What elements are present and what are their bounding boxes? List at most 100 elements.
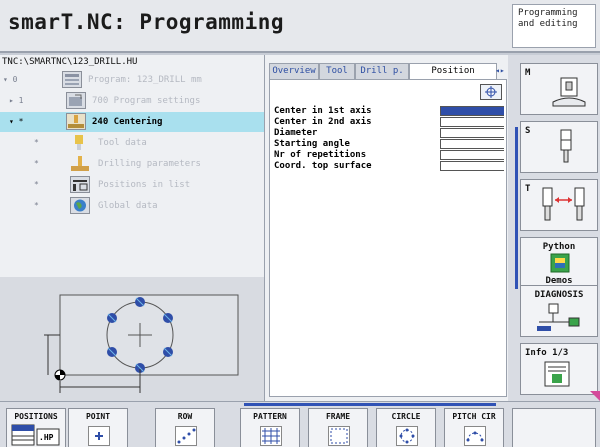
frame-icon [328,426,350,446]
globe-icon [70,197,90,214]
positions-table-icon [11,424,60,446]
mode-line-1: Programming [518,8,578,18]
tree-item-tool-data[interactable]: * Tool data [0,133,264,153]
tree-item-drilling-parameters[interactable]: * Drilling parameters [0,154,264,174]
bullet-marker: * [34,180,39,189]
softkey-s-spindle[interactable]: S [520,121,598,173]
softkey-label: FRAME [325,412,351,421]
softkey-pattern[interactable]: PATTERN [240,408,300,447]
softkey-group-indicator [515,127,518,289]
expand-arrow-icon[interactable] [590,391,600,401]
expand-marker[interactable]: ▾ 0 [3,75,17,84]
tree-item-label: 700 Program settings [92,96,201,106]
softkey-point[interactable]: POINT [68,408,128,447]
app-title: smarT.NC: Programming [8,10,285,34]
graphic-preview [0,277,264,401]
softkey-label: M [525,68,531,78]
softkey-label: Python [542,242,576,252]
field-label-repetitions: Nr of repetitions [274,150,367,160]
softkey-pitch-circle[interactable]: PITCH CIR [444,408,504,447]
field-top-surface[interactable] [440,161,504,171]
tree-item-label: Drilling parameters [98,159,201,169]
field-diameter[interactable] [440,128,504,138]
softkey-info[interactable]: Info 1/3 [520,343,598,395]
softkey-label: ROW [177,412,193,421]
tree-item-global-data[interactable]: * Global data [0,196,264,216]
tool-change-icon [542,187,585,221]
tree-item-program[interactable]: ▾ 0 Program: 123_DRILL mm [0,70,264,90]
vertical-softkey-bar: M S T Python Demos DIAGNOSIS Info 1/3 [508,55,600,401]
softkey-label: S [525,126,531,136]
form-tabs: Overview Tool Drill p. Position [269,63,507,80]
tab-overview[interactable]: Overview [269,63,319,79]
center-point-icon[interactable] [480,84,502,100]
softkey-circle[interactable]: CIRCLE [376,408,436,447]
mode-indicator: Programming and editing [512,4,596,48]
hp-file-label: .HP [39,433,54,442]
diagnosis-icon [537,303,580,331]
softkey-python-demos[interactable]: Python Demos [520,237,598,289]
softkey-label: CIRCLE [391,412,421,421]
tab-drill-parameters[interactable]: Drill p. [355,63,409,79]
tree-item-label: 240 Centering [92,117,163,127]
tree-item-label: Tool data [98,138,147,148]
softkey-empty[interactable] [512,408,596,447]
softkey-m-function[interactable]: M [520,63,598,115]
field-center-axis-1[interactable] [440,106,504,116]
horizontal-softkey-bar: POSITIONS .HP POINT ROW PATTERN FRAME CI… [0,401,600,447]
field-label-center-axis-1: Center in 1st axis [274,106,372,116]
tab-position[interactable]: Position [409,63,497,80]
softkey-t-tool[interactable]: T [520,179,598,231]
circle-pattern-icon [396,426,418,446]
tab-scroll-arrows[interactable]: ◂▸ [495,63,505,79]
row-icon [175,426,197,446]
cycle-form-panel: Overview Tool Drill p. Position ◂▸ Cente… [264,55,508,401]
pattern-icon [260,426,282,446]
softkey-label: PATTERN [253,412,287,421]
tree-item-label: Global data [98,201,158,211]
drilling-icon [70,155,90,172]
tab-tool[interactable]: Tool [319,63,355,79]
field-label-top-surface: Coord. top surface [274,161,372,171]
form-area: Center in 1st axis Center in 2nd axis Di… [269,79,507,397]
field-repetitions[interactable] [440,150,504,160]
softkey-diagnosis[interactable]: DIAGNOSIS [520,285,598,337]
softkey-label: POSITIONS [14,412,58,421]
bullet-marker: * [34,138,39,147]
program-icon [62,71,82,88]
field-label-starting-angle: Starting angle [274,139,350,149]
spindle-tool-icon [560,129,572,163]
field-center-axis-2[interactable] [440,117,504,127]
softkey-label: DIAGNOSIS [534,290,584,300]
tree-item-label: Positions in list [98,180,191,190]
softkey-positions[interactable]: POSITIONS .HP [6,408,66,447]
expand-marker[interactable]: ▾ * [9,117,23,126]
softkey-label: POINT [85,412,111,421]
field-label-center-axis-2: Center in 2nd axis [274,117,372,127]
settings-icon [66,92,86,109]
tree-item-positions-in-list[interactable]: * Positions in list [0,175,264,195]
info-document-icon [544,361,570,387]
softkey-group-indicator [244,403,496,406]
field-starting-angle[interactable] [440,139,504,149]
softkey-label: PITCH CIR [452,412,496,421]
positions-list-icon [70,176,90,193]
tree-item-label: Program: 123_DRILL mm [88,75,202,85]
tree-item-program-settings[interactable]: ▸ 1 700 Program settings [0,91,264,111]
softkey-frame[interactable]: FRAME [308,408,368,447]
mode-line-2: and editing [518,19,578,29]
point-icon [88,426,110,446]
softkey-row[interactable]: ROW [155,408,215,447]
bullet-marker: * [34,201,39,210]
softkey-label: T [525,184,531,194]
spindle-head-icon [552,77,586,107]
expand-marker[interactable]: ▸ 1 [9,96,23,105]
tree-item-centering[interactable]: ▾ * 240 Centering [0,112,264,132]
bullet-marker: * [34,159,39,168]
title-bar: smarT.NC: Programming Programming and ed… [0,0,600,53]
field-label-diameter: Diameter [274,128,318,138]
pitch-circle-icon [464,426,486,446]
file-path: TNC:\SMARTNC\123_DRILL.HU [2,57,138,67]
tool-icon [70,134,90,151]
centering-icon [66,113,86,130]
